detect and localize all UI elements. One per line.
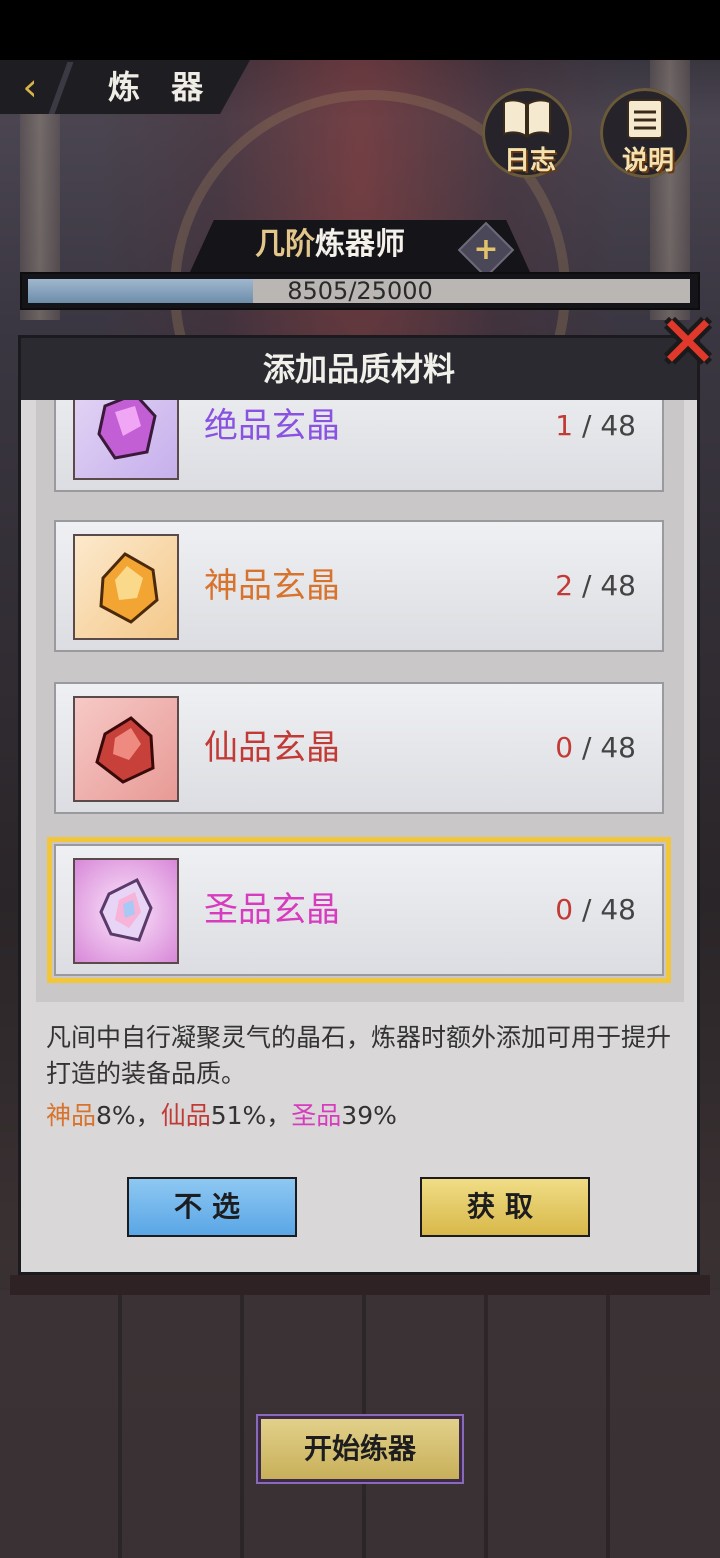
help-button[interactable]: 说明 xyxy=(600,88,690,178)
material-item-jue[interactable]: 绝品玄晶 1 / 48 xyxy=(54,400,664,492)
material-name: 圣品玄晶 xyxy=(204,890,340,930)
close-icon: ✕ xyxy=(657,300,719,384)
material-item-sheng[interactable]: 圣品玄晶 0 / 48 xyxy=(47,837,671,983)
count-separator: / xyxy=(582,893,592,926)
material-count: 0 / 48 xyxy=(546,724,636,772)
material-count: 1 / 48 xyxy=(546,402,636,450)
rainbow-crystal-icon xyxy=(73,858,179,964)
quality-rates: 神品8%，仙品51%，圣品39% xyxy=(46,1098,676,1134)
count-separator: / xyxy=(582,731,592,764)
skip-button[interactable]: 不选 xyxy=(127,1177,297,1237)
material-item-xian[interactable]: 仙品玄晶 0 / 48 xyxy=(54,682,664,814)
material-have: 2 xyxy=(555,569,574,602)
rate-xian-label: 仙品 xyxy=(160,1101,211,1130)
exp-progress-bar: 8505/25000 xyxy=(20,272,700,310)
material-name: 仙品玄晶 xyxy=(204,728,340,768)
start-forging-button[interactable]: 开始练器 xyxy=(256,1414,464,1484)
material-need: 48 xyxy=(600,569,636,602)
plus-icon: + xyxy=(473,232,499,267)
obtain-button[interactable]: 获取 xyxy=(420,1177,590,1237)
rank-name: 炼器师 xyxy=(315,227,405,262)
material-need: 48 xyxy=(600,893,636,926)
material-have: 0 xyxy=(555,731,574,764)
material-count: 2 / 48 xyxy=(546,562,636,610)
status-bar xyxy=(0,0,720,60)
rate-xian-value: 51%， xyxy=(210,1101,292,1130)
chevron-left-icon: ‹ xyxy=(22,65,38,109)
material-list[interactable]: 绝品玄晶 1 / 48 神品玄晶 2 / 48 仙品玄晶 0 / 48 圣品玄晶… xyxy=(36,400,684,1002)
dialog-title: 添加品质材料 xyxy=(21,338,697,400)
document-icon xyxy=(627,99,663,139)
material-name: 神品玄晶 xyxy=(204,566,340,606)
material-have: 1 xyxy=(555,409,574,442)
material-count: 0 / 48 xyxy=(546,886,636,934)
material-need: 48 xyxy=(600,409,636,442)
count-separator: / xyxy=(582,409,592,442)
back-button[interactable]: ‹ xyxy=(10,66,50,108)
material-description: 凡间中自行凝聚灵气的晶石，炼器时额外添加可用于提升打造的装备品质。 xyxy=(46,1023,672,1088)
close-button[interactable]: ✕ xyxy=(654,302,720,382)
material-name: 绝品玄晶 xyxy=(204,406,340,446)
material-need: 48 xyxy=(600,731,636,764)
count-separator: / xyxy=(582,569,592,602)
red-crystal-icon xyxy=(73,696,179,802)
rank-title: 几阶炼器师 xyxy=(200,222,460,268)
help-label: 说明 xyxy=(621,146,674,176)
purple-crystal-icon xyxy=(73,400,179,480)
table-edge xyxy=(10,1275,710,1295)
rate-sheng-label: 圣品 xyxy=(291,1101,342,1130)
page-title: 炼 器 xyxy=(108,68,214,106)
material-item-shen[interactable]: 神品玄晶 2 / 48 xyxy=(54,520,664,652)
rate-shen-label: 神品 xyxy=(46,1101,97,1130)
rate-shen-value: 8%， xyxy=(96,1101,161,1130)
orange-crystal-icon xyxy=(73,534,179,640)
material-have: 0 xyxy=(555,893,574,926)
log-label: 日志 xyxy=(503,146,556,176)
rate-sheng-value: 39% xyxy=(341,1101,397,1130)
exp-text: 8505/25000 xyxy=(287,277,433,305)
rank-level: 几阶 xyxy=(255,227,315,262)
log-button[interactable]: 日志 xyxy=(482,88,572,178)
book-icon xyxy=(503,99,551,138)
